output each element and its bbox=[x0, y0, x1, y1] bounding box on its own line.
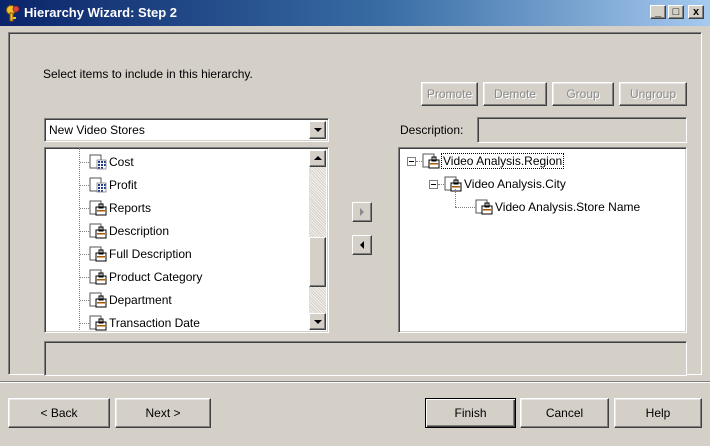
hierarchy-item-label: Video Analysis.Store Name bbox=[495, 200, 641, 214]
hierarchy-item-label: Video Analysis.City bbox=[464, 177, 566, 191]
minimize-icon[interactable]: _ bbox=[650, 5, 666, 19]
available-item-label: Full Description bbox=[109, 247, 192, 261]
scroll-down-icon[interactable] bbox=[309, 313, 326, 330]
measure-icon bbox=[89, 154, 107, 170]
help-button[interactable]: Help bbox=[614, 398, 702, 428]
hierarchy-item-label: Video Analysis.Region bbox=[440, 153, 565, 169]
available-item-label: Product Category bbox=[109, 270, 203, 284]
attribute-icon bbox=[89, 269, 107, 285]
available-item-label: Transaction Date bbox=[109, 316, 200, 330]
next-button[interactable]: Next > bbox=[115, 398, 211, 428]
attribute-icon bbox=[89, 200, 107, 216]
attribute-icon bbox=[89, 223, 107, 239]
footer-separator bbox=[0, 381, 710, 383]
available-item-label: Description bbox=[109, 224, 170, 238]
collapse-icon[interactable] bbox=[429, 180, 438, 189]
window-title: Hierarchy Wizard: Step 2 bbox=[24, 5, 178, 20]
source-dropdown-value: New Video Stores bbox=[49, 123, 145, 137]
attribute-icon bbox=[89, 315, 107, 331]
cancel-button[interactable]: Cancel bbox=[520, 398, 609, 428]
attribute-icon bbox=[89, 246, 107, 262]
remove-from-hierarchy-button[interactable] bbox=[352, 235, 372, 255]
add-to-hierarchy-button[interactable] bbox=[352, 202, 372, 222]
available-item-label: Department bbox=[109, 293, 172, 307]
dropdown-arrow-icon[interactable] bbox=[309, 121, 326, 139]
status-field bbox=[44, 341, 687, 376]
arrow-left-icon bbox=[360, 241, 364, 249]
attribute-icon bbox=[475, 199, 493, 215]
demote-button[interactable]: Demote bbox=[483, 82, 547, 106]
description-label: Description: bbox=[400, 123, 464, 137]
available-items-tree[interactable]: Cost Profit Reports Description Full Descrip… bbox=[44, 147, 329, 333]
title-bar: Hierarchy Wizard: Step 2 _ □ x bbox=[0, 0, 710, 26]
source-dropdown[interactable]: New Video Stores bbox=[44, 118, 329, 142]
promote-button[interactable]: Promote bbox=[421, 82, 478, 106]
attribute-icon bbox=[422, 153, 440, 169]
hierarchy-tree[interactable]: Video Analysis.Region Video Analysis.City… bbox=[398, 147, 687, 333]
finish-button[interactable]: Finish bbox=[425, 398, 516, 428]
close-icon[interactable]: x bbox=[688, 5, 704, 19]
attribute-icon bbox=[89, 292, 107, 308]
available-item-label: Profit bbox=[109, 178, 138, 192]
available-item-label: Cost bbox=[109, 155, 134, 169]
ungroup-button[interactable]: Ungroup bbox=[619, 82, 687, 106]
description-field[interactable] bbox=[477, 117, 687, 143]
instructions-label: Select items to include in this hierarch… bbox=[43, 67, 253, 81]
maximize-icon[interactable]: □ bbox=[668, 5, 684, 19]
collapse-icon[interactable] bbox=[407, 157, 416, 166]
attribute-icon bbox=[444, 176, 462, 192]
wizard-key-icon bbox=[6, 5, 20, 22]
scroll-thumb[interactable] bbox=[309, 237, 326, 287]
arrow-right-icon bbox=[360, 208, 364, 216]
available-item-label: Reports bbox=[109, 201, 152, 215]
available-items-scrollbar[interactable] bbox=[309, 150, 326, 330]
measure-icon bbox=[89, 177, 107, 193]
scroll-up-icon[interactable] bbox=[309, 150, 326, 167]
back-button[interactable]: < Back bbox=[8, 398, 110, 428]
group-button[interactable]: Group bbox=[552, 82, 614, 106]
